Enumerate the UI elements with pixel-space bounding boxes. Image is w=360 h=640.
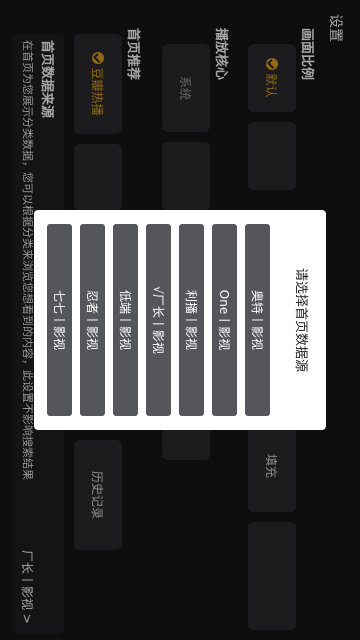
dialog-option[interactable]: 七七丨影视	[47, 224, 72, 416]
settings-screen: 设置 画面比例 默认 填充 播放核心 系统 首页推荐 豆瓣热播 历史记录 首页数…	[0, 0, 360, 640]
dialog-option[interactable]: 忍者丨影视	[80, 224, 105, 416]
dialog-option[interactable]: 低端丨影视	[113, 224, 138, 416]
dialog-option-selected[interactable]: √厂长丨影视	[146, 224, 171, 416]
dialog-title: 请选择首页数据源	[293, 267, 308, 372]
dialog-option[interactable]: 利播丨影视	[179, 224, 204, 416]
dialog-option[interactable]: 奥特丨影视	[245, 224, 270, 416]
source-select-dialog: 请选择首页数据源 奥特丨影视 One丨影视 利播丨影视 √厂长丨影视 低端丨影视…	[34, 210, 326, 430]
dialog-option[interactable]: One丨影视	[212, 224, 237, 416]
